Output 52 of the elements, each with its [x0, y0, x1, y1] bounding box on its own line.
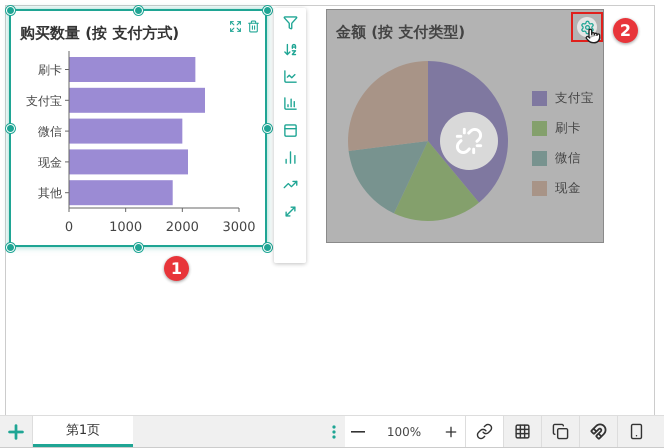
zoom-level: 100% [386, 424, 422, 438]
resize-handle[interactable] [6, 243, 15, 252]
resize-handle[interactable] [263, 243, 272, 252]
tick-label: 3000 [222, 220, 256, 235]
filter-button[interactable] [282, 13, 298, 32]
resize-icon [282, 204, 298, 219]
magnet-icon [590, 423, 607, 440]
phone-icon [628, 423, 645, 440]
legend-label: 刷卡 [555, 120, 581, 136]
legend-label: 现金 [555, 180, 581, 196]
plus-icon [443, 424, 459, 440]
axis-label: 微信 [38, 124, 62, 139]
link-button[interactable] [465, 416, 503, 447]
resize-handle[interactable] [6, 6, 15, 15]
axis-label: 刷卡 [38, 63, 62, 77]
filter-icon [282, 15, 298, 30]
bar-chart-icon [282, 96, 298, 111]
axis-label: 支付宝 [26, 94, 62, 108]
resize-handle[interactable] [134, 243, 143, 252]
gear-icon [580, 20, 594, 34]
card-icon [282, 123, 298, 138]
tick-label: 0 [64, 220, 74, 235]
grid-icon [514, 423, 531, 440]
axis-label: 现金 [38, 155, 62, 170]
tick-label: 1000 [109, 220, 142, 235]
chart-title: 购买数量 (按 支付方式) [20, 24, 180, 43]
pointer-icon [585, 28, 601, 46]
delete-button[interactable] [247, 20, 261, 34]
legend-label: 微信 [555, 150, 581, 166]
expand-button[interactable] [229, 20, 243, 34]
resize-handle[interactable] [263, 124, 272, 133]
callout-badge: 1 [164, 256, 189, 281]
dots-icon [332, 424, 336, 438]
bar-chart-button[interactable] [282, 94, 298, 113]
legend-label: 支付宝 [555, 90, 594, 106]
column-chart-icon [282, 150, 298, 165]
sort-icon [282, 42, 298, 57]
expand-icon [229, 20, 242, 33]
resize-handle[interactable] [263, 6, 272, 15]
zoom-in-button[interactable] [443, 424, 459, 440]
chart-title: 金额 (按 支付类型) [336, 23, 466, 42]
page-tab[interactable]: 第1页 [33, 416, 133, 447]
resize-handle[interactable] [134, 6, 143, 15]
minus-icon [351, 430, 365, 432]
trash-icon [247, 20, 260, 33]
copy-icon [552, 423, 569, 440]
callout-badge: 2 [613, 18, 638, 43]
resize-handle[interactable] [6, 124, 15, 133]
axis-label: 其他 [38, 186, 62, 200]
card-button[interactable] [282, 121, 298, 140]
link-icon [476, 423, 493, 440]
tick-label: 2000 [166, 220, 199, 235]
